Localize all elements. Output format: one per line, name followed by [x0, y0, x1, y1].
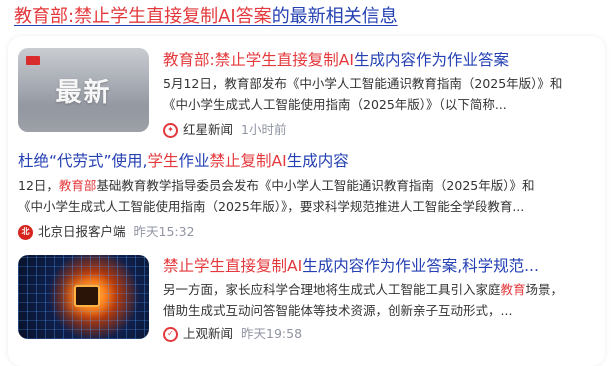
news-source[interactable]: 北 北京日报客户端 昨天15:32	[18, 224, 195, 240]
brand-tag-icon	[26, 56, 40, 65]
publish-time: 1小时前	[241, 122, 287, 137]
news-snippet-line: 《中小学生成式人工智能使用指南（2025年版）》（以下简称...	[163, 97, 507, 112]
news-snippet-line: 借助生成式互动问答智能体等技术资源，创新亲子互动形式，...	[163, 303, 513, 318]
source-name: 北京日报客户端	[38, 224, 126, 239]
news-source[interactable]: ✦ 红星新闻 1小时前	[163, 122, 286, 138]
publish-time: 昨天19:58	[241, 326, 303, 341]
news-thumbnail[interactable]: 最新	[18, 48, 149, 132]
shangguan-logo-icon: ✓	[163, 326, 178, 342]
news-snippet-line: 《中小学生成式人工智能使用指南（2025年版）》，要求科学规范推进人工智能全学段…	[18, 199, 525, 214]
news-snippet-line: 12日，教育部基础教育教学指导委员会发布《中小学人工智能通识教育指南（2025年…	[18, 178, 535, 193]
news-thumbnail[interactable]	[18, 255, 149, 339]
thumbnail-text: 最新	[55, 78, 112, 108]
source-name: 红星新闻	[183, 122, 234, 137]
news-source[interactable]: ✓ 上观新闻 昨天19:58	[163, 326, 302, 342]
source-name: 上观新闻	[183, 326, 234, 341]
news-card: 最新 教育部:禁止学生直接复制AI生成内容作为作业答案 5月12日，教育部发布《…	[8, 36, 605, 366]
chip-glow-icon	[74, 285, 100, 307]
news-title-link[interactable]: 教育部:禁止学生直接复制AI生成内容作为作业答案	[163, 50, 509, 70]
header-rest: 的最新相关信息	[271, 6, 398, 27]
header-highlight: 教育部:禁止学生直接复制AI答案	[14, 6, 272, 27]
news-title-link[interactable]: 杜绝“代劳式”使用,学生作业禁止复制AI生成内容	[18, 151, 349, 171]
news-snippet-line: 另一方面，家长应科学合理地将生成式人工智能工具引入家庭教育场景，	[163, 282, 564, 297]
results-header-link[interactable]: 教育部:禁止学生直接复制AI答案的最新相关信息	[14, 6, 398, 28]
news-title-link[interactable]: 禁止学生直接复制AI生成内容作为作业答案,科学规范...	[163, 256, 539, 276]
publish-time: 昨天15:32	[133, 224, 195, 239]
red-star-logo-icon: ✦	[163, 122, 178, 138]
beijing-daily-logo-icon: 北	[18, 224, 33, 240]
news-snippet-line: 5月12日，教育部发布《中小学人工智能通识教育指南（2025年版）》和	[163, 76, 563, 91]
